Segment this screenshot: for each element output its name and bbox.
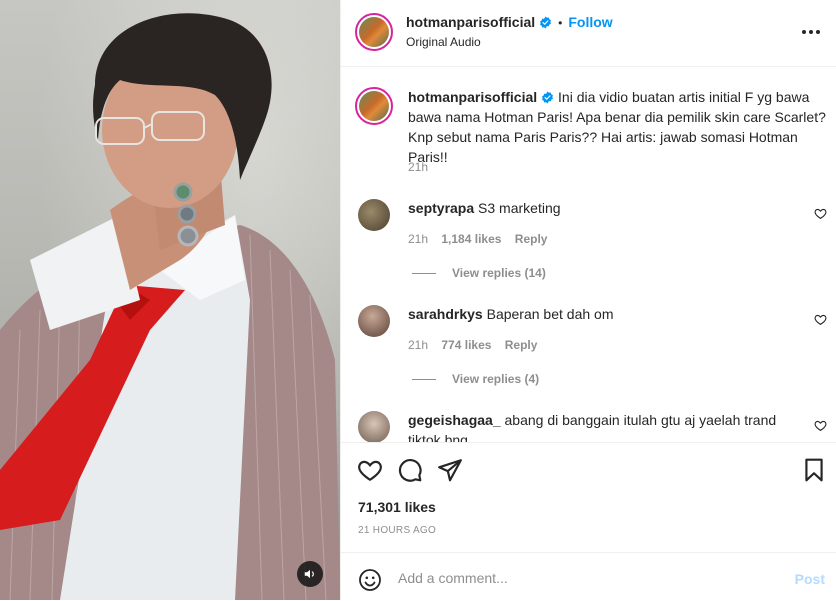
author-avatar[interactable] [355, 13, 393, 51]
comment-avatar[interactable] [358, 305, 390, 337]
comment-composer: Post [341, 552, 836, 601]
view-replies-label: View replies (14) [452, 266, 546, 280]
post-timestamp: 21 HOURS AGO [358, 525, 437, 536]
comment-time: 21h [408, 232, 429, 246]
caption-username[interactable]: hotmanparisofficial [408, 89, 537, 105]
comment-likes[interactable]: 774 likes [441, 338, 491, 352]
like-count[interactable]: 71,301 likes [358, 499, 436, 515]
view-replies-button[interactable]: View replies (4) [412, 372, 539, 386]
verified-badge-icon [542, 91, 554, 104]
view-replies-button[interactable]: View replies (14) [412, 266, 546, 280]
comment-meta: 21h 1,184 likes Reply [408, 232, 547, 246]
speaker-icon [304, 569, 314, 579]
share-icon[interactable] [437, 457, 463, 483]
comment-body: sarahdrkys Baperan bet dah om [408, 304, 613, 324]
comment-input[interactable] [398, 567, 778, 589]
comments-list[interactable]: hotmanparisofficial Ini dia vidio buatan… [341, 67, 836, 442]
comment-username[interactable]: septyrapa [408, 200, 474, 216]
comment-body: gegeishagaa_ abang di banggain itulah gt… [408, 410, 808, 442]
comment-meta: 21h 774 likes Reply [408, 338, 537, 352]
comment-time: 21h [408, 338, 429, 352]
comment-username[interactable]: sarahdrkys [408, 306, 483, 322]
more-options-button[interactable] [799, 22, 823, 42]
verified-badge-icon [540, 16, 552, 29]
video-frame-illustration [0, 13, 340, 600]
comment-avatar[interactable] [358, 199, 390, 231]
post-video[interactable] [0, 0, 340, 600]
separator-dot: • [558, 16, 563, 30]
like-comment-heart-icon[interactable] [814, 313, 827, 326]
audio-link[interactable]: Original Audio [406, 35, 481, 49]
author-username[interactable]: hotmanparisofficial [406, 14, 535, 30]
author-line: hotmanparisofficial • Follow [406, 14, 613, 32]
comment-text: Baperan bet dah om [486, 306, 614, 322]
reply-button[interactable]: Reply [515, 232, 548, 246]
post-comment-button[interactable]: Post [795, 571, 825, 587]
heart-icon[interactable] [357, 457, 383, 483]
post-header: hotmanparisofficial • Follow Original Audi… [341, 0, 836, 67]
comment-username[interactable]: gegeishagaa_ [408, 412, 501, 428]
reply-button[interactable]: Reply [505, 338, 538, 352]
comment-body: septyrapa S3 marketing [408, 198, 561, 218]
caption-time: 21h [408, 160, 429, 174]
emoji-icon[interactable] [358, 568, 382, 592]
more-horizontal-icon [802, 30, 806, 34]
comment-text: S3 marketing [478, 200, 561, 216]
volume-toggle-button[interactable] [297, 561, 323, 587]
comment-likes[interactable]: 1,184 likes [441, 232, 501, 246]
like-comment-heart-icon[interactable] [814, 419, 827, 432]
post-actions: 71,301 likes 21 HOURS AGO [341, 442, 836, 553]
post-details-panel: hotmanparisofficial • Follow Original Audi… [340, 0, 836, 600]
follow-button[interactable]: Follow [568, 14, 612, 30]
caption-avatar[interactable] [355, 87, 393, 125]
caption: hotmanparisofficial Ini dia vidio buatan… [408, 87, 828, 167]
view-replies-label: View replies (4) [452, 372, 540, 386]
bookmark-icon[interactable] [801, 457, 827, 483]
like-comment-heart-icon[interactable] [814, 207, 827, 220]
comment-icon[interactable] [397, 457, 423, 483]
comment-avatar[interactable] [358, 411, 390, 442]
